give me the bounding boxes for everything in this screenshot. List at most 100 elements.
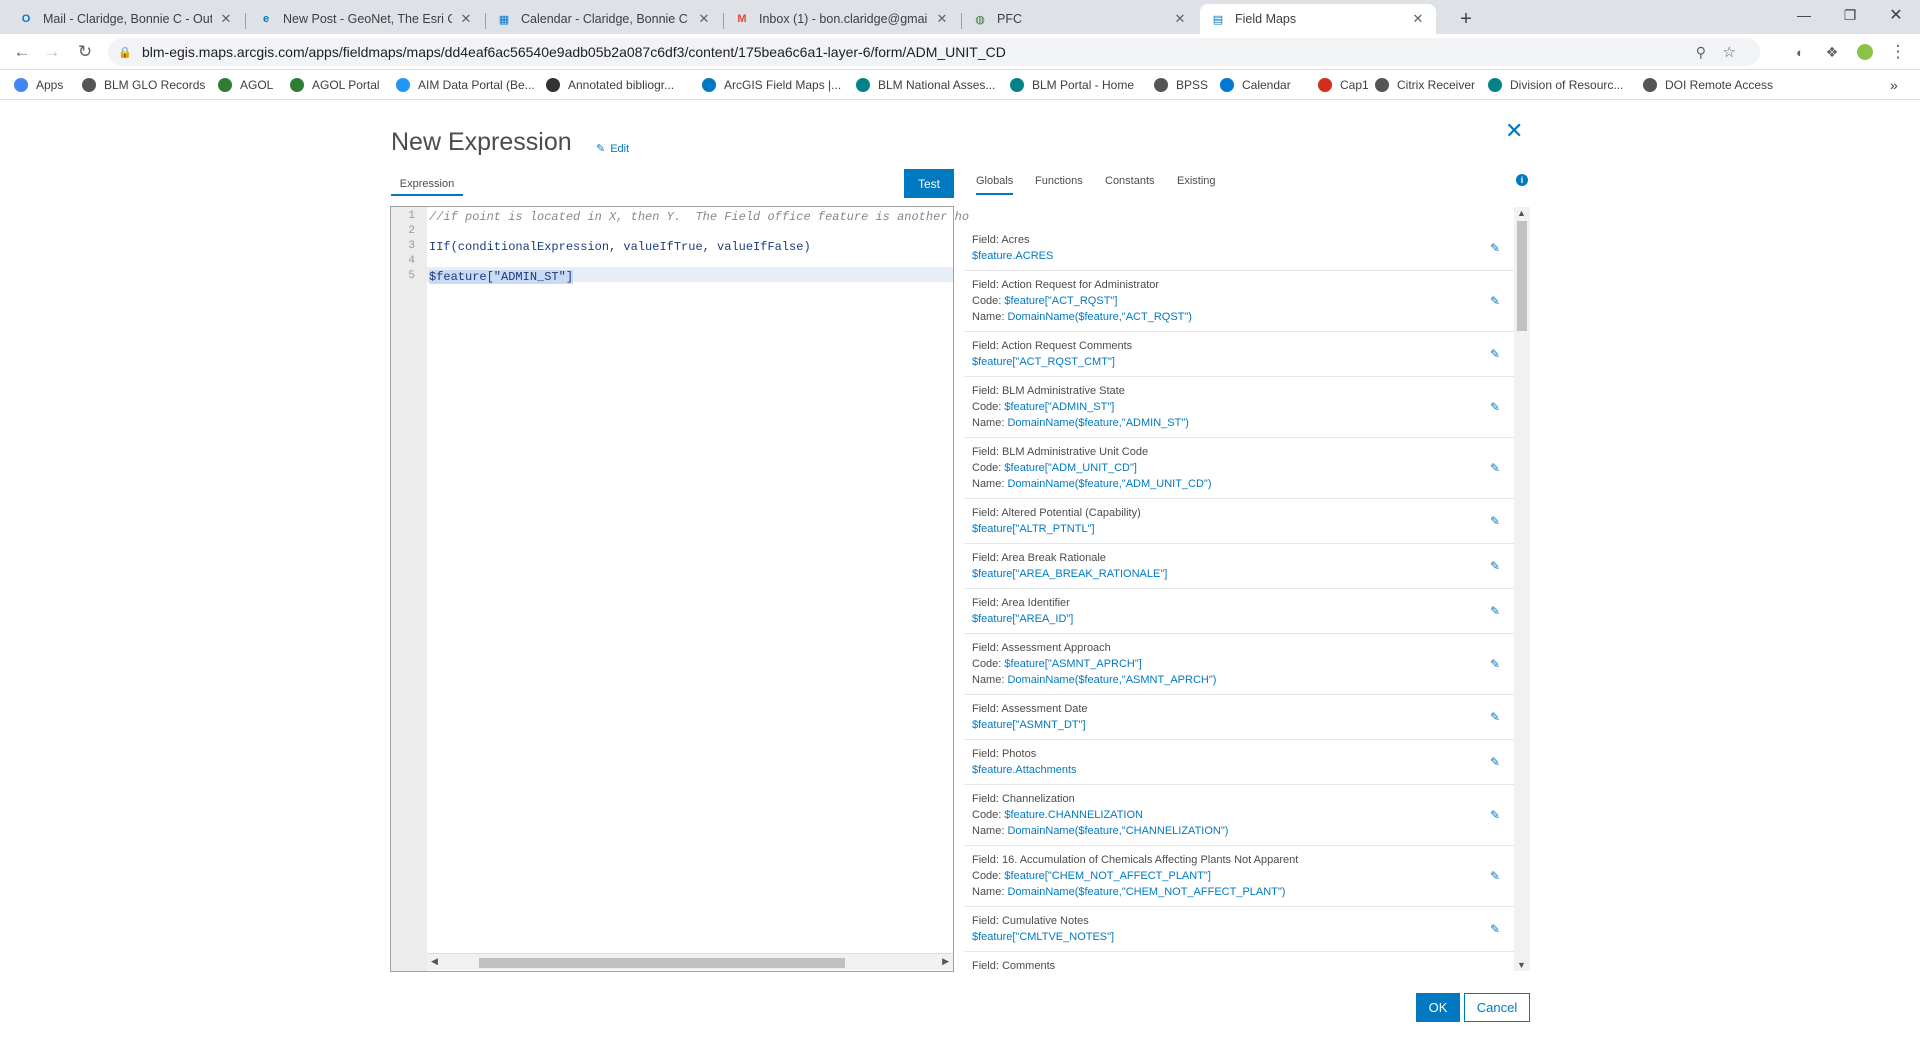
insert-pencil-icon[interactable]: ✎	[1490, 603, 1500, 619]
snippet-value[interactable]: $feature["ALTR_PTNTL"]	[972, 523, 1095, 535]
test-button[interactable]: Test	[904, 169, 954, 198]
snippet-value[interactable]: $feature["AREA_ID"]	[972, 613, 1073, 625]
snippet-value[interactable]: DomainName($feature,"ACT_RQST")	[1007, 311, 1191, 323]
snippet-value[interactable]: $feature["ACT_RQST_CMT"]	[972, 356, 1115, 368]
snippet-value[interactable]: DomainName($feature,"CHANNELIZATION")	[1007, 825, 1228, 837]
field-list-item[interactable]: Field: Altered Potential (Capability) $fe…	[964, 499, 1514, 544]
bookmark-item[interactable]: Division of Resourc...	[1488, 76, 1623, 94]
close-tab-icon[interactable]: ✕	[1172, 11, 1188, 27]
bookmark-item[interactable]: BLM National Asses...	[856, 76, 995, 94]
close-window-icon[interactable]: ✕	[1873, 0, 1919, 30]
insert-pencil-icon[interactable]: ✎	[1490, 460, 1500, 476]
scroll-up-icon[interactable]: ▲	[1517, 208, 1526, 218]
field-list-item[interactable]: Field: BLM Administrative State Code: $fe…	[964, 377, 1514, 438]
bookmark-item[interactable]: BPSS	[1154, 76, 1208, 94]
close-icon[interactable]: ✕	[1505, 118, 1523, 144]
scrollbar-thumb[interactable]	[1517, 221, 1527, 331]
insert-pencil-icon[interactable]: ✎	[1490, 293, 1500, 309]
bookmark-item[interactable]: ArcGIS Field Maps |...	[702, 76, 841, 94]
back-icon[interactable]: ←	[10, 40, 34, 64]
bookmark-item[interactable]: Calendar	[1220, 76, 1291, 94]
browser-tab[interactable]: M Inbox (1) - bon.claridge@gmail.c ✕	[724, 4, 960, 34]
close-tab-icon[interactable]: ✕	[1410, 11, 1426, 27]
close-tab-icon[interactable]: ✕	[696, 11, 712, 27]
field-list-item[interactable]: Field: Assessment Approach Code: $feature…	[964, 634, 1514, 695]
field-list-item[interactable]: Field: Comments	[964, 952, 1514, 971]
snippet-value[interactable]: DomainName($feature,"CHEM_NOT_AFFECT_PLA…	[1007, 886, 1285, 898]
bookmark-item[interactable]: AGOL	[218, 76, 273, 94]
bookmark-item[interactable]: BLM GLO Records	[82, 76, 205, 94]
new-tab-button[interactable]: +	[1452, 4, 1480, 34]
tab-constants[interactable]: Constants	[1105, 175, 1155, 195]
field-list-item[interactable]: Field: Cumulative Notes $feature["CMLTVE_…	[964, 907, 1514, 952]
horizontal-scrollbar[interactable]: ◀ ▶	[427, 953, 953, 970]
more-bookmarks-icon[interactable]: »	[1890, 76, 1898, 94]
tab-functions[interactable]: Functions	[1035, 175, 1083, 195]
info-icon[interactable]: i	[1516, 174, 1528, 186]
field-list-item[interactable]: Field: Photos $feature.Attachments ✎	[964, 740, 1514, 785]
browser-tab[interactable]: ◍ PFC ✕	[962, 4, 1198, 34]
bookmark-item[interactable]: AGOL Portal	[290, 76, 380, 94]
insert-pencil-icon[interactable]: ✎	[1490, 807, 1500, 823]
bookmark-item[interactable]: Cap1	[1318, 76, 1369, 94]
close-tab-icon[interactable]: ✕	[934, 11, 950, 27]
snippet-value[interactable]: $feature.CHANNELIZATION	[1004, 809, 1143, 821]
forward-icon[interactable]: →	[40, 40, 64, 64]
zoom-icon[interactable]: ⚲	[1696, 44, 1706, 61]
insert-pencil-icon[interactable]: ✎	[1490, 513, 1500, 529]
restore-icon[interactable]: ❐	[1827, 0, 1873, 30]
bookmark-item[interactable]: Citrix Receiver	[1375, 76, 1475, 94]
scroll-left-icon[interactable]: ◀	[431, 956, 438, 967]
field-list-item[interactable]: Field: Area Identifier $feature["AREA_ID"…	[964, 589, 1514, 634]
snippet-value[interactable]: $feature["ADM_UNIT_CD"]	[1004, 462, 1137, 474]
browser-tab[interactable]: e New Post - GeoNet, The Esri Com ✕	[248, 4, 484, 34]
bookmark-item[interactable]: BLM Portal - Home	[1010, 76, 1134, 94]
bookmark-star-icon[interactable]: ☆	[1723, 43, 1736, 61]
scrollbar-thumb[interactable]	[479, 958, 845, 968]
close-tab-icon[interactable]: ✕	[218, 11, 234, 27]
insert-pencil-icon[interactable]: ✎	[1490, 399, 1500, 415]
bookmark-item[interactable]: AIM Data Portal (Be...	[396, 76, 535, 94]
field-list-item[interactable]: Field: Assessment Date $feature["ASMNT_DT…	[964, 695, 1514, 740]
snippet-value[interactable]: $feature["ACT_RQST"]	[1004, 295, 1117, 307]
bookmark-item[interactable]: DOI Remote Access	[1643, 76, 1773, 94]
insert-pencil-icon[interactable]: ✎	[1490, 656, 1500, 672]
profile-avatar[interactable]	[1853, 40, 1877, 64]
field-list-item[interactable]: Field: Acres $feature.ACRES ✎	[964, 226, 1514, 271]
snippet-value[interactable]: $feature["ADMIN_ST"]	[1004, 401, 1114, 413]
field-list-item[interactable]: Field: 16. Accumulation of Chemicals Aff…	[964, 846, 1514, 907]
insert-pencil-icon[interactable]: ✎	[1490, 921, 1500, 937]
bookmark-item[interactable]: Annotated bibliogr...	[546, 76, 674, 94]
edit-title-link[interactable]: ✎ Edit	[596, 142, 629, 156]
tab-globals[interactable]: Globals	[976, 175, 1014, 195]
ok-button[interactable]: OK	[1416, 993, 1460, 1022]
field-list-item[interactable]: Field: Action Request for Administrator C…	[964, 271, 1514, 332]
scroll-right-icon[interactable]: ▶	[942, 956, 949, 967]
snippet-value[interactable]: DomainName($feature,"ADMIN_ST")	[1007, 417, 1188, 429]
scroll-down-icon[interactable]: ▼	[1517, 960, 1526, 970]
snippet-value[interactable]: $feature["AREA_BREAK_RATIONALE"]	[972, 568, 1167, 580]
snippet-value[interactable]: $feature["CHEM_NOT_AFFECT_PLANT"]	[1004, 870, 1210, 882]
insert-pencil-icon[interactable]: ✎	[1490, 558, 1500, 574]
browser-tab[interactable]: O Mail - Claridge, Bonnie C - Outlo ✕	[8, 4, 244, 34]
snippet-value[interactable]: $feature["CMLTVE_NOTES"]	[972, 931, 1114, 943]
insert-pencil-icon[interactable]: ✎	[1490, 868, 1500, 884]
insert-pencil-icon[interactable]: ✎	[1490, 346, 1500, 362]
insert-pencil-icon[interactable]: ✎	[1490, 709, 1500, 725]
snippet-value[interactable]: DomainName($feature,"ADM_UNIT_CD")	[1007, 478, 1211, 490]
field-list-item[interactable]: Field: Action Request Comments $feature["…	[964, 332, 1514, 377]
extensions-puzzle-icon[interactable]: ❖	[1820, 40, 1844, 64]
lock-icon[interactable]: 🔒	[118, 46, 132, 59]
minimize-icon[interactable]: —	[1781, 0, 1827, 30]
browser-tab[interactable]: ▤ Field Maps ✕	[1200, 4, 1436, 34]
snippet-value[interactable]: $feature.Attachments	[972, 764, 1077, 776]
snippet-value[interactable]: $feature["ASMNT_DT"]	[972, 719, 1086, 731]
tab-existing[interactable]: Existing	[1177, 175, 1216, 195]
close-tab-icon[interactable]: ✕	[458, 11, 474, 27]
field-list-item[interactable]: Field: Area Break Rationale $feature["ARE…	[964, 544, 1514, 589]
insert-pencil-icon[interactable]: ✎	[1490, 754, 1500, 770]
field-list-item[interactable]: Field: BLM Administrative Unit Code Code:…	[964, 438, 1514, 499]
field-list-item[interactable]: Field: Channelization Code: $feature.CHAN…	[964, 785, 1514, 846]
snippet-value[interactable]: $feature["ASMNT_APRCH"]	[1004, 658, 1141, 670]
insert-pencil-icon[interactable]: ✎	[1490, 240, 1500, 256]
